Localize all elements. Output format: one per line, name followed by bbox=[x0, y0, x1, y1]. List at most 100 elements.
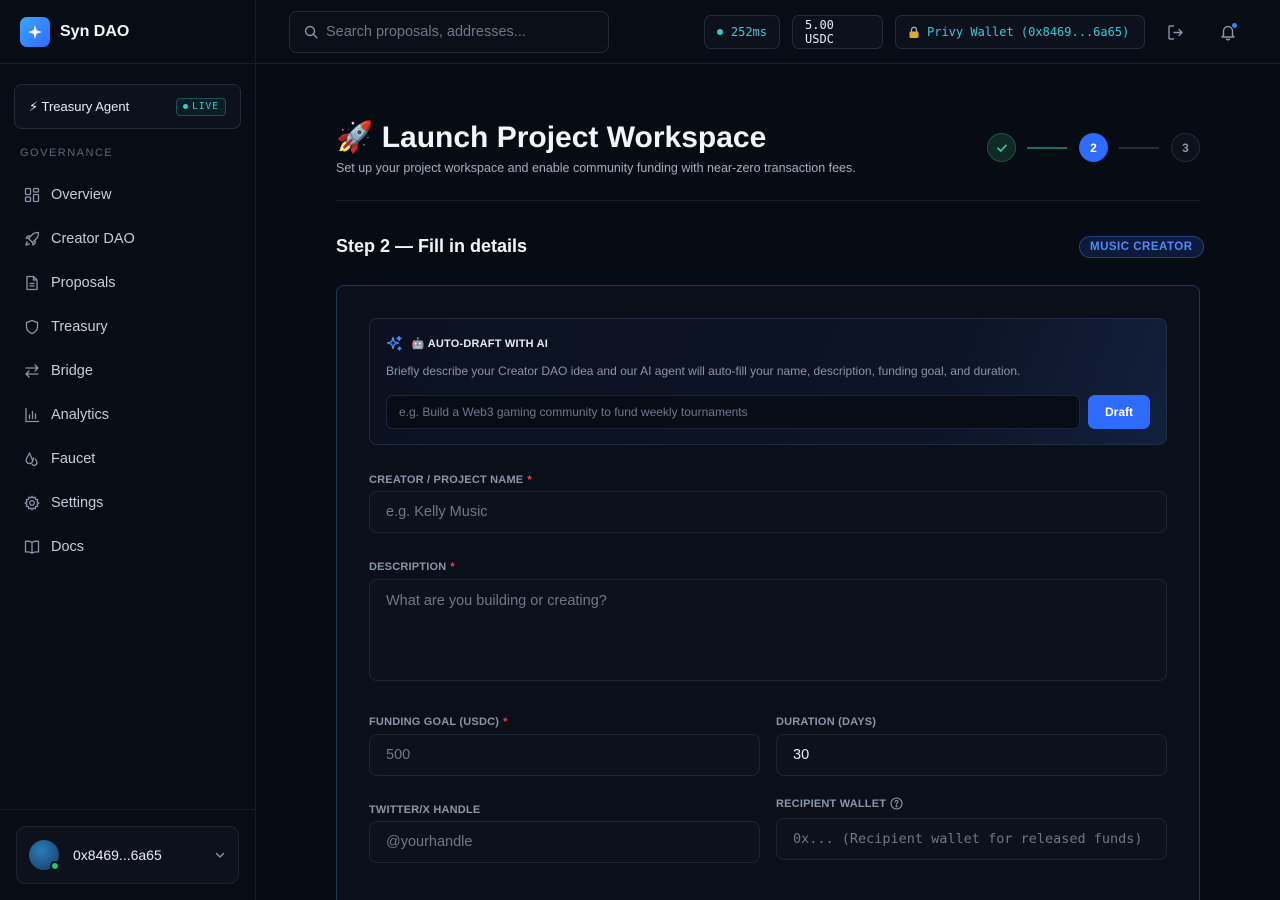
category-badge: MUSIC CREATOR bbox=[1079, 236, 1204, 258]
logout-button[interactable] bbox=[1163, 20, 1187, 44]
project-name-input[interactable] bbox=[369, 491, 1167, 533]
description-label-text: DESCRIPTION bbox=[369, 561, 447, 573]
funding-goal-input[interactable] bbox=[369, 734, 760, 776]
avatar bbox=[29, 840, 60, 871]
live-badge: LIVE bbox=[176, 97, 226, 116]
ai-draft-panel: 🤖 AUTO-DRAFT WITH AI Briefly describe yo… bbox=[369, 318, 1167, 445]
gear-icon bbox=[24, 495, 40, 511]
twitter-label: TWITTER/X HANDLE bbox=[369, 804, 480, 816]
sidebar-item-overview[interactable]: Overview bbox=[14, 173, 241, 217]
step-connector bbox=[1119, 147, 1159, 149]
sidebar-item-label: Bridge bbox=[51, 363, 93, 379]
description-textarea[interactable] bbox=[369, 579, 1167, 681]
draft-button[interactable]: Draft bbox=[1088, 395, 1150, 429]
sidebar-item-label: Settings bbox=[51, 495, 104, 511]
stepper: 2 3 bbox=[987, 133, 1200, 163]
check-icon bbox=[996, 142, 1008, 154]
search-input[interactable] bbox=[326, 24, 596, 40]
step-2-current: 2 bbox=[1079, 133, 1108, 162]
project-name-label: CREATOR / PROJECT NAME * bbox=[369, 474, 532, 486]
sidebar-nav: Overview Creator DAO Proposals Treasury … bbox=[14, 173, 241, 569]
required-marker: * bbox=[450, 561, 455, 573]
sidebar-divider bbox=[0, 809, 255, 810]
sidebar: Syn DAO ⚡ Treasury Agent LIVE GOVERNANCE… bbox=[0, 0, 256, 900]
latency-value: 252ms bbox=[730, 25, 767, 39]
sidebar-item-label: Docs bbox=[51, 539, 85, 555]
balance-value: 5.00 USDC bbox=[805, 18, 834, 46]
help-circle-icon[interactable] bbox=[890, 797, 903, 810]
duration-label-text: DURATION (DAYS) bbox=[776, 716, 877, 728]
sidebar-item-proposals[interactable]: Proposals bbox=[14, 261, 241, 305]
sidebar-item-bridge[interactable]: Bridge bbox=[14, 349, 241, 393]
grid-icon bbox=[24, 187, 40, 203]
step-connector bbox=[1027, 147, 1067, 149]
ai-draft-description: Briefly describe your Creator DAO idea a… bbox=[386, 364, 1021, 378]
sidebar-item-settings[interactable]: Settings bbox=[14, 481, 241, 525]
recipient-wallet-label: RECIPIENT WALLET bbox=[776, 797, 903, 810]
description-label: DESCRIPTION * bbox=[369, 561, 455, 573]
logout-icon bbox=[1167, 24, 1184, 41]
brand[interactable]: Syn DAO bbox=[0, 0, 255, 64]
document-icon bbox=[24, 275, 40, 291]
search-icon bbox=[304, 25, 318, 39]
header-divider bbox=[336, 200, 1200, 201]
duration-label: DURATION (DAYS) bbox=[776, 716, 876, 728]
shield-icon bbox=[24, 319, 40, 335]
sidebar-item-label: Treasury bbox=[51, 319, 108, 335]
online-status-dot-icon bbox=[50, 861, 60, 871]
page-subtitle: Set up your project workspace and enable… bbox=[336, 161, 856, 175]
bar-chart-icon bbox=[24, 407, 40, 423]
book-icon bbox=[24, 539, 40, 555]
live-dot-icon bbox=[183, 104, 189, 109]
step-3-pending: 3 bbox=[1171, 133, 1200, 162]
account-address: 0x8469...6a65 bbox=[73, 847, 162, 863]
nav-section-title: GOVERNANCE bbox=[20, 147, 114, 159]
sidebar-item-treasury[interactable]: Treasury bbox=[14, 305, 241, 349]
duration-input[interactable] bbox=[776, 734, 1167, 776]
step-1-complete[interactable] bbox=[987, 133, 1016, 162]
project-form: 🤖 AUTO-DRAFT WITH AI Briefly describe yo… bbox=[336, 285, 1200, 900]
sidebar-item-label: Faucet bbox=[51, 451, 96, 467]
step-heading: Step 2 — Fill in details bbox=[336, 236, 528, 256]
sidebar-item-analytics[interactable]: Analytics bbox=[14, 393, 241, 437]
arrows-swap-icon bbox=[24, 363, 40, 379]
live-badge-label: LIVE bbox=[192, 101, 219, 112]
topbar: 252ms 5.00 USDC Privy Wallet (0x8469...6… bbox=[256, 0, 1280, 64]
main-content: 🚀 Launch Project Workspace Set up your p… bbox=[256, 64, 1280, 900]
recipient-wallet-label-text: RECIPIENT WALLET bbox=[776, 797, 887, 810]
sidebar-item-label: Creator DAO bbox=[51, 231, 135, 247]
sidebar-item-faucet[interactable]: Faucet bbox=[14, 437, 241, 481]
account-switcher[interactable]: 0x8469...6a65 bbox=[16, 826, 239, 884]
required-marker: * bbox=[503, 716, 508, 728]
funding-goal-label-text: FUNDING GOAL (USDC) bbox=[369, 716, 500, 728]
ai-draft-input[interactable] bbox=[386, 395, 1080, 429]
brand-logo-icon bbox=[20, 16, 50, 47]
sparkles-icon bbox=[386, 335, 403, 352]
required-marker: * bbox=[527, 474, 532, 486]
sidebar-item-label: Analytics bbox=[51, 407, 110, 423]
wallet-pill[interactable]: Privy Wallet (0x8469...6a65) bbox=[895, 15, 1145, 49]
ai-draft-header: 🤖 AUTO-DRAFT WITH AI bbox=[386, 335, 548, 352]
treasury-agent-card[interactable]: ⚡ Treasury Agent LIVE bbox=[14, 84, 241, 129]
project-name-label-text: CREATOR / PROJECT NAME bbox=[369, 474, 524, 486]
brand-name: Syn DAO bbox=[60, 22, 130, 40]
latency-indicator: 252ms bbox=[704, 15, 780, 49]
latency-dot-icon bbox=[717, 29, 723, 35]
treasury-agent-label: ⚡ Treasury Agent bbox=[29, 98, 130, 114]
page-title: 🚀 Launch Project Workspace bbox=[336, 121, 767, 154]
notification-dot-icon bbox=[1232, 23, 1237, 28]
balance-pill[interactable]: 5.00 USDC bbox=[792, 15, 883, 49]
sidebar-item-docs[interactable]: Docs bbox=[14, 525, 241, 569]
search-box[interactable] bbox=[289, 11, 609, 53]
sidebar-item-label: Proposals bbox=[51, 275, 116, 291]
chevron-down-icon bbox=[214, 849, 226, 861]
notifications-button[interactable] bbox=[1216, 20, 1240, 44]
sidebar-item-creator-dao[interactable]: Creator DAO bbox=[14, 217, 241, 261]
twitter-handle-input[interactable] bbox=[369, 821, 760, 863]
rocket-icon bbox=[24, 231, 40, 247]
recipient-wallet-input[interactable] bbox=[776, 818, 1167, 860]
ai-draft-title: 🤖 AUTO-DRAFT WITH AI bbox=[411, 338, 549, 350]
funding-goal-label: FUNDING GOAL (USDC) * bbox=[369, 716, 508, 728]
twitter-label-text: TWITTER/X HANDLE bbox=[369, 804, 481, 816]
sidebar-item-label: Overview bbox=[51, 187, 112, 203]
